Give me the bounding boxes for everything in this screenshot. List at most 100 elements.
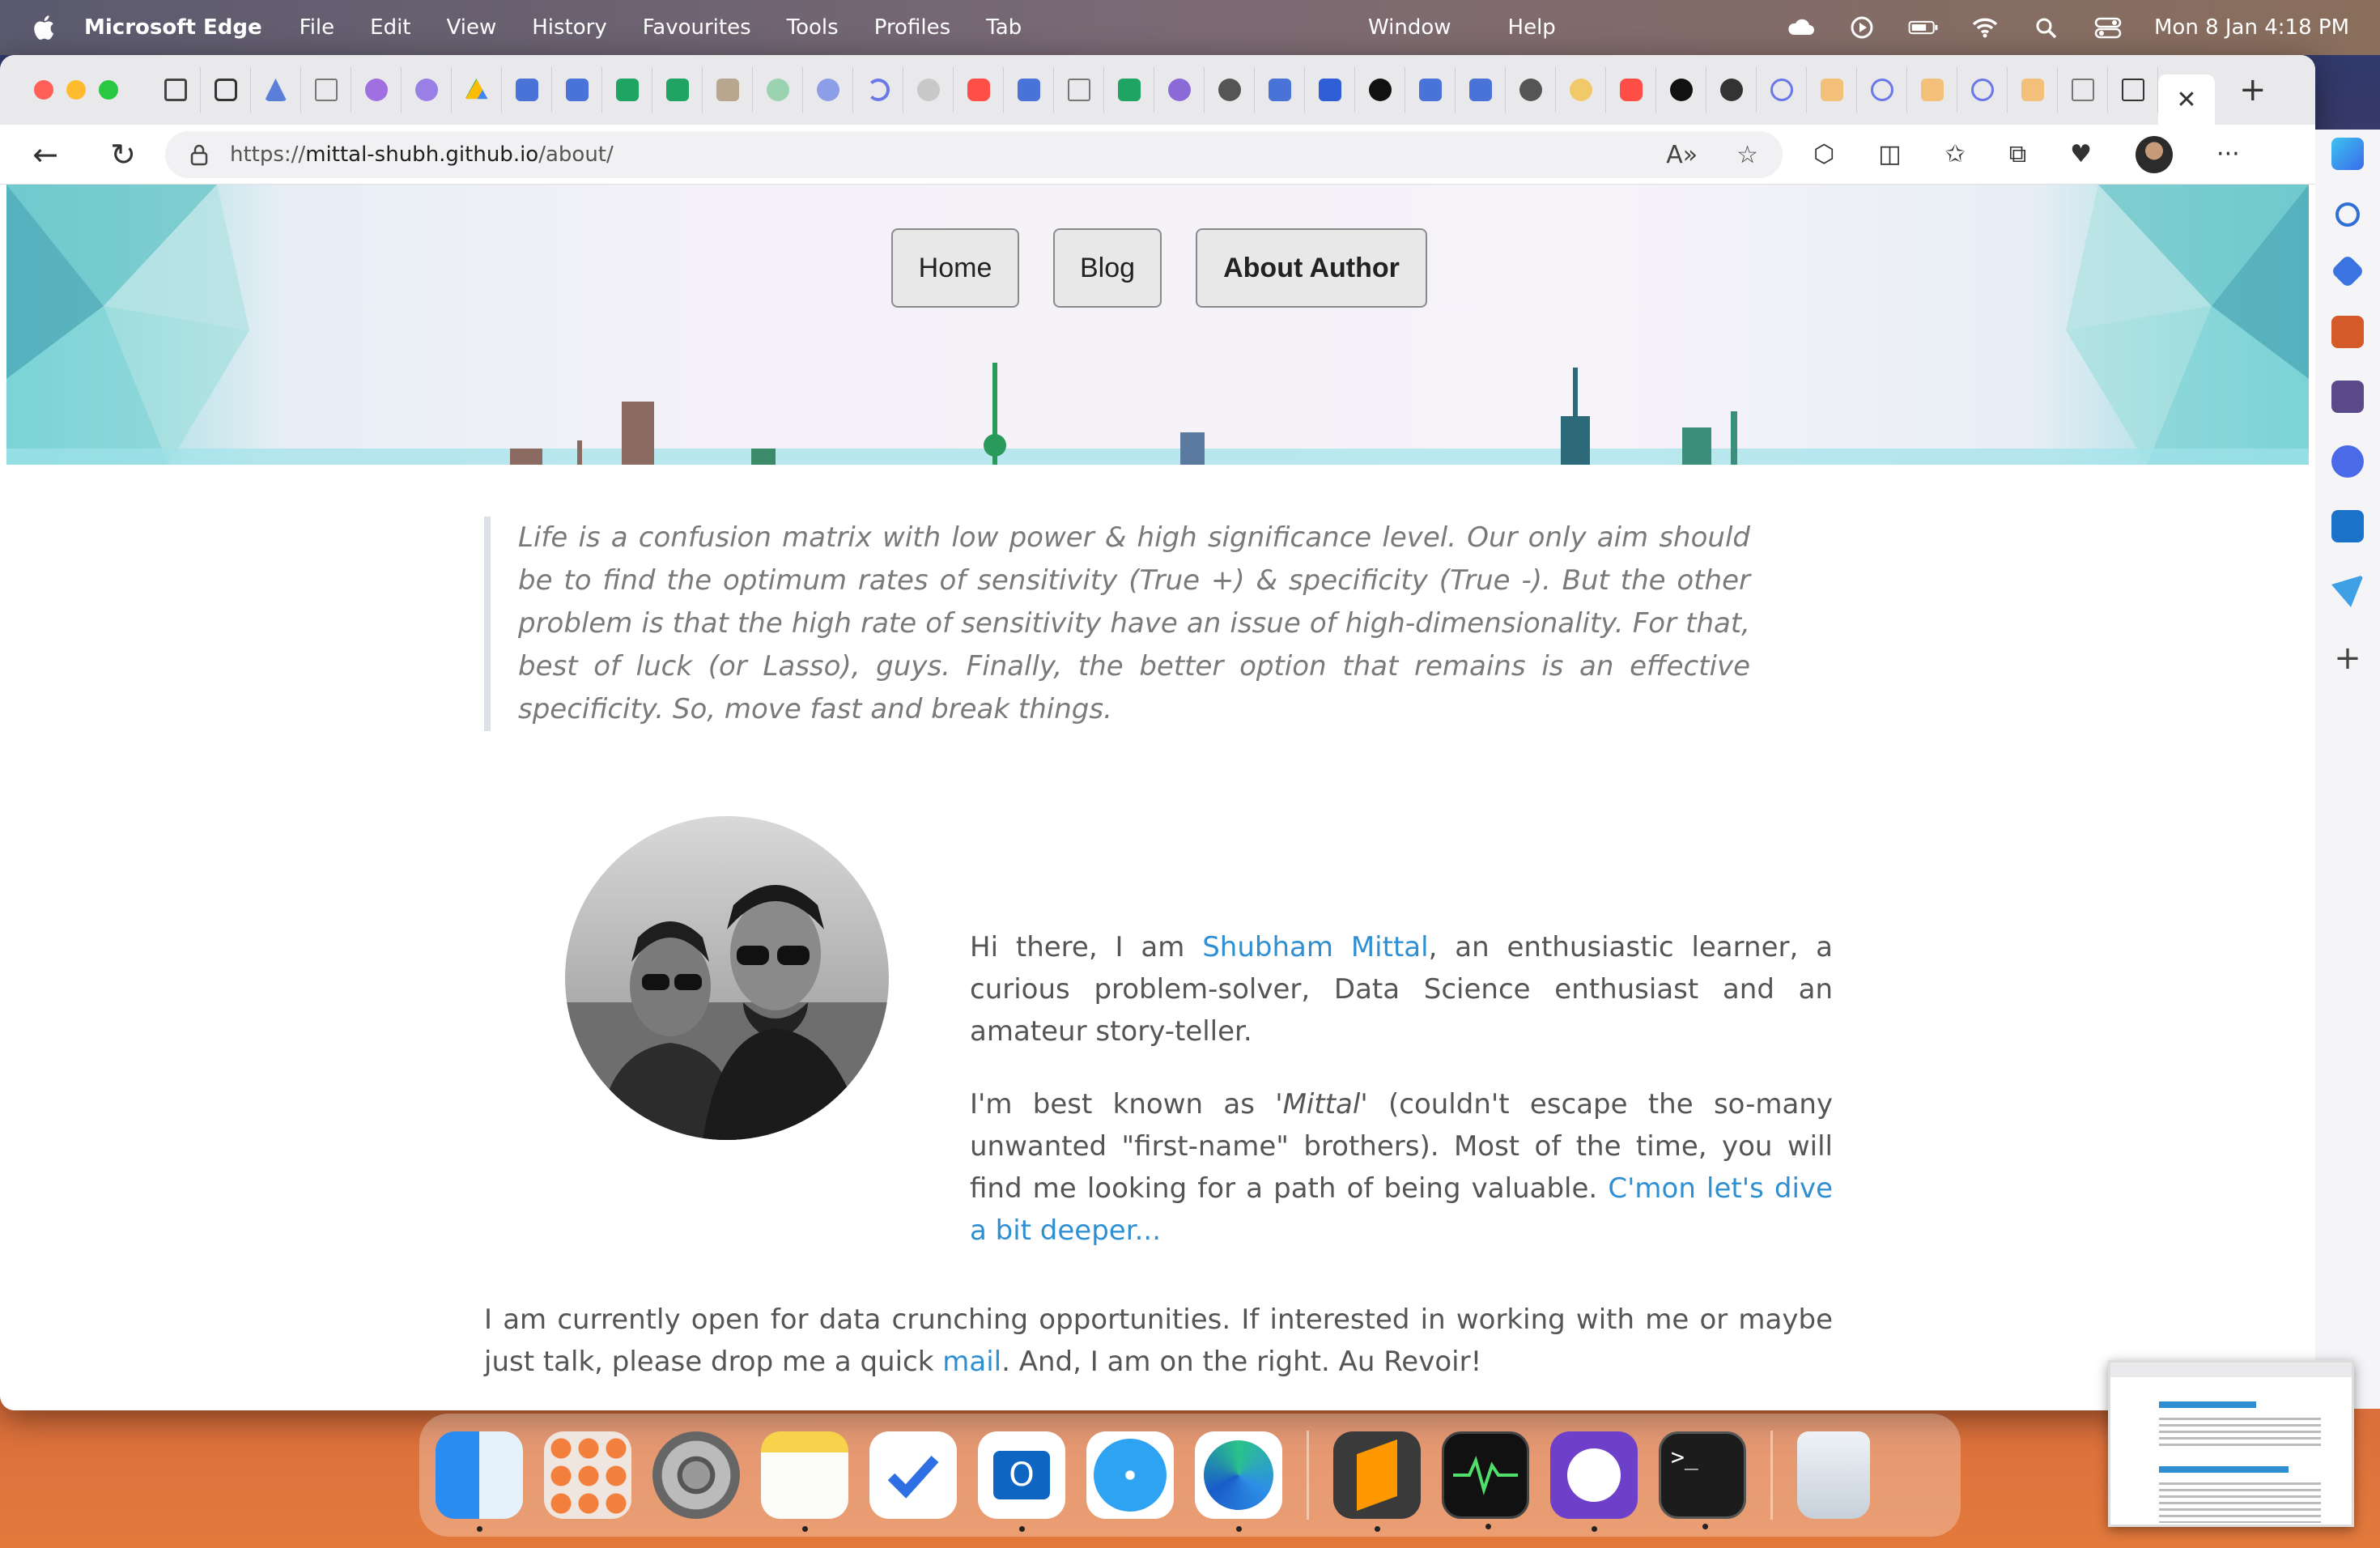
icloud-icon[interactable] (1785, 15, 1816, 40)
menu-help[interactable]: Help (1508, 15, 1556, 40)
close-window-button[interactable] (34, 80, 53, 100)
tab-10[interactable] (703, 67, 753, 113)
read-aloud-icon[interactable]: A» (1666, 141, 1698, 169)
app-name[interactable]: Microsoft Edge (84, 15, 262, 40)
github-desktop-icon[interactable] (1550, 1431, 1638, 1532)
system-settings-icon[interactable] (652, 1431, 740, 1519)
back-arrow-icon[interactable]: ← (21, 137, 70, 172)
tab-28[interactable] (1606, 67, 1656, 113)
tab-1[interactable] (251, 67, 301, 113)
tab-30[interactable] (1706, 67, 1757, 113)
tab-14[interactable] (903, 67, 954, 113)
apple-menu-icon[interactable] (31, 13, 60, 42)
tab-17[interactable] (1054, 67, 1104, 113)
tab-27[interactable] (1556, 67, 1606, 113)
finder-icon[interactable] (436, 1431, 523, 1532)
menu-window[interactable]: Window (1368, 15, 1451, 40)
tab-2[interactable] (301, 67, 351, 113)
tab-16[interactable] (1004, 67, 1054, 113)
tab-18[interactable] (1104, 67, 1154, 113)
tab-25[interactable] (1456, 67, 1506, 113)
menu-tab[interactable]: Tab (986, 15, 1022, 40)
workspaces-icon[interactable] (201, 67, 251, 113)
drop-icon[interactable] (2331, 575, 2364, 607)
split-screen-icon[interactable]: ◫ (1878, 140, 1901, 168)
window-preview-thumbnail[interactable] (2108, 1360, 2354, 1527)
tab-11[interactable] (753, 67, 803, 113)
more-options-icon[interactable]: ··· (2216, 140, 2240, 168)
menu-edit[interactable]: Edit (370, 15, 410, 40)
add-sidebar-app-icon[interactable]: + (2334, 640, 2361, 677)
todo-icon[interactable] (869, 1431, 957, 1519)
new-tab-icon[interactable]: + (2239, 71, 2267, 108)
menu-file[interactable]: File (300, 15, 335, 40)
close-tab-icon[interactable]: ✕ (2158, 74, 2215, 125)
safari-icon[interactable] (1086, 1431, 1174, 1519)
reload-icon[interactable]: ↻ (99, 137, 147, 172)
tab-22[interactable] (1305, 67, 1355, 113)
tab-9[interactable] (652, 67, 703, 113)
tab-31[interactable] (1757, 67, 1807, 113)
tab-35[interactable] (1957, 67, 2008, 113)
tab-actions-icon[interactable] (151, 67, 201, 113)
menu-tools[interactable]: Tools (787, 15, 839, 40)
games-icon[interactable] (2331, 381, 2364, 413)
play-icon[interactable] (1847, 15, 1877, 40)
tab-34[interactable] (1907, 67, 1957, 113)
copilot-icon[interactable] (2331, 138, 2364, 170)
menu-history[interactable]: History (532, 15, 607, 40)
nav-about-author-button[interactable]: About Author (1196, 228, 1427, 308)
nav-blog-button[interactable]: Blog (1053, 228, 1162, 308)
activity-monitor-icon[interactable] (1442, 1431, 1529, 1529)
tab-29[interactable] (1656, 67, 1706, 113)
tab-33[interactable] (1857, 67, 1907, 113)
author-name-link[interactable]: Shubham Mittal (1202, 931, 1428, 963)
minimize-window-button[interactable] (66, 80, 86, 100)
url-field[interactable]: https://mittal-shubh.github.io/about/ A»… (165, 131, 1783, 178)
microsoft-365-icon[interactable] (2331, 445, 2364, 478)
notes-icon[interactable] (761, 1431, 848, 1532)
spotlight-search-icon[interactable] (2031, 15, 2062, 40)
outlook-icon[interactable]: O (978, 1431, 1065, 1532)
tab-26[interactable] (1506, 67, 1556, 113)
tab-5[interactable] (452, 67, 502, 113)
control-center-icon[interactable] (2093, 15, 2123, 40)
favorites-icon[interactable]: ✩ (1945, 140, 1966, 168)
url-text[interactable]: https://mittal-shubh.github.io/about/ (230, 142, 614, 167)
lock-icon[interactable] (189, 143, 209, 166)
tab-19[interactable] (1154, 67, 1205, 113)
favorite-star-icon[interactable]: ☆ (1736, 141, 1758, 169)
edge-icon[interactable] (1195, 1431, 1282, 1532)
zoom-window-button[interactable] (99, 80, 118, 100)
tab-20[interactable] (1205, 67, 1255, 113)
tab-13[interactable] (853, 67, 903, 113)
tab-38[interactable] (2108, 67, 2158, 113)
tab-7[interactable] (552, 67, 602, 113)
trash-icon[interactable] (1797, 1431, 1870, 1519)
tab-12[interactable] (803, 67, 853, 113)
tab-4[interactable] (402, 67, 452, 113)
tools-icon[interactable] (2331, 316, 2364, 348)
tab-23[interactable] (1355, 67, 1405, 113)
tab-15[interactable] (954, 67, 1004, 113)
menu-profiles[interactable]: Profiles (874, 15, 950, 40)
mail-link[interactable]: mail (942, 1346, 1001, 1378)
battery-icon[interactable] (1908, 15, 1939, 40)
tab-21[interactable] (1255, 67, 1305, 113)
collections-icon[interactable]: ⧉ (2009, 140, 2026, 168)
extensions-icon[interactable]: ⬡ (1813, 140, 1834, 168)
shopping-tag-icon[interactable] (2330, 253, 2365, 289)
menu-view[interactable]: View (447, 15, 497, 40)
tab-3[interactable] (351, 67, 402, 113)
browser-essentials-icon[interactable]: ♥ (2070, 140, 2092, 168)
nav-home-button[interactable]: Home (891, 228, 1019, 308)
menu-favourites[interactable]: Favourites (643, 15, 751, 40)
menubar-clock[interactable]: Mon 8 Jan 4:18 PM (2154, 15, 2349, 40)
tab-32[interactable] (1807, 67, 1857, 113)
tab-37[interactable] (2058, 67, 2108, 113)
tab-8[interactable] (602, 67, 652, 113)
tab-6[interactable] (502, 67, 552, 113)
wifi-icon[interactable] (1970, 15, 2000, 40)
outlook-icon[interactable] (2331, 510, 2364, 542)
launchpad-icon[interactable] (544, 1431, 631, 1519)
